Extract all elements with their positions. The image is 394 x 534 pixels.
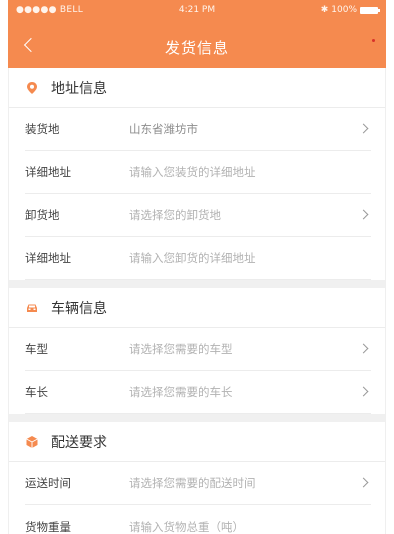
- vehicle-type-placeholder: 请选择您需要的车型: [129, 342, 233, 356]
- section-delivery-header: 配送要求: [9, 422, 385, 462]
- row-label: 详细地址: [25, 251, 71, 265]
- section-title: 车辆信息: [51, 300, 107, 317]
- unloading-place-row[interactable]: 卸货地 请选择您的卸货地: [25, 194, 371, 237]
- car-icon: [27, 304, 37, 312]
- section-address-header: 地址信息: [9, 68, 385, 108]
- section-title: 地址信息: [51, 80, 107, 97]
- unloading-address-input[interactable]: 详细地址 请输入您卸货的详细地址: [25, 237, 371, 280]
- vehicle-length-row[interactable]: 车长 请选择您需要的车长: [25, 371, 371, 414]
- battery-icon: [360, 6, 380, 14]
- notification-dot: [372, 39, 375, 42]
- delivery-time-placeholder: 请选择您需要的配送时间: [129, 476, 256, 490]
- battery-percent: 100%: [331, 5, 357, 15]
- navigation-bar: 发货信息: [8, 26, 386, 66]
- row-label: 详细地址: [25, 165, 71, 179]
- bluetooth-icon: ✱: [320, 5, 329, 15]
- row-label: 货物重量: [25, 519, 71, 534]
- cargo-weight-input[interactable]: 货物重量 请输入货物总重（吨）: [25, 505, 371, 534]
- section-title: 配送要求: [51, 434, 107, 451]
- loading-place-value: 山东省潍坊市: [129, 122, 198, 136]
- unloading-place-placeholder: 请选择您的卸货地: [129, 208, 221, 222]
- row-label: 车长: [25, 385, 48, 399]
- section-divider: [9, 280, 385, 288]
- form-content: 地址信息 装货地 山东省潍坊市 详细地址 请输入您装货的详细地址 卸货地 请选择…: [8, 68, 386, 534]
- delivery-time-row[interactable]: 运送时间 请选择您需要的配送时间: [25, 462, 371, 505]
- cargo-weight-placeholder: 请输入货物总重（吨）: [129, 519, 244, 534]
- page-title: 发货信息: [164, 39, 229, 57]
- loading-address-input[interactable]: 详细地址 请输入您装货的详细地址: [25, 151, 371, 194]
- location-icon: [27, 81, 37, 94]
- row-label: 卸货地: [25, 208, 60, 222]
- row-label: 车型: [25, 342, 48, 356]
- unloading-address-placeholder: 请输入您卸货的详细地址: [129, 251, 256, 265]
- header-bar: ●●●●● BELL 4:21 PM ✱ 100% 发货信息: [8, 0, 386, 68]
- row-label: 装货地: [25, 122, 60, 136]
- loading-place-row[interactable]: 装货地 山东省潍坊市: [25, 108, 371, 151]
- vehicle-length-placeholder: 请选择您需要的车长: [129, 385, 233, 399]
- section-divider: [9, 414, 385, 422]
- battery-status: ✱ 100%: [320, 5, 380, 15]
- vehicle-type-row[interactable]: 车型 请选择您需要的车型: [25, 328, 371, 371]
- status-bar: ●●●●● BELL 4:21 PM ✱ 100%: [8, 0, 386, 20]
- section-vehicle-header: 车辆信息: [9, 288, 385, 328]
- package-icon: [26, 435, 38, 448]
- loading-address-placeholder: 请输入您装货的详细地址: [129, 165, 256, 179]
- row-label: 运送时间: [25, 476, 71, 490]
